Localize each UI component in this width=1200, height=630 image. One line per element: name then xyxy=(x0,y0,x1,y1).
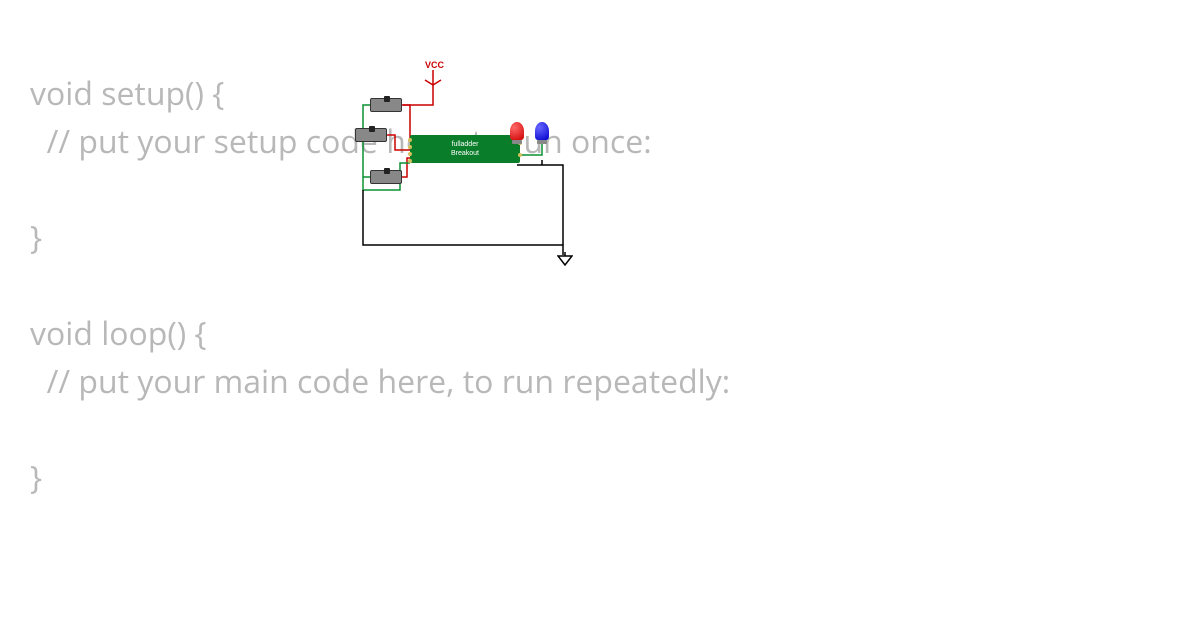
chip-pin xyxy=(408,152,412,156)
chip-label-line1: fulladder xyxy=(452,140,479,149)
chip-label-line2: Breakout xyxy=(451,149,479,158)
ground-icon xyxy=(557,252,573,266)
chip-pin xyxy=(518,153,522,157)
slide-switch-2[interactable] xyxy=(355,128,387,142)
code-line-1: void setup() { xyxy=(30,72,224,115)
slide-switch-3[interactable] xyxy=(370,170,402,184)
code-line-6: void loop() { xyxy=(30,312,207,355)
led-blue[interactable] xyxy=(535,122,549,140)
slide-switch-1[interactable] xyxy=(370,98,402,112)
chip-pin xyxy=(408,145,412,149)
chip-pin xyxy=(408,159,412,163)
code-line-7: // put your main code here, to run repea… xyxy=(30,360,730,403)
fulladder-breakout-chip[interactable]: fulladder Breakout xyxy=(410,135,520,163)
circuit-diagram[interactable]: VCC fulladder Breakout xyxy=(355,60,595,280)
code-line-9: } xyxy=(30,456,42,499)
chip-pin xyxy=(408,138,412,142)
led-red[interactable] xyxy=(510,122,524,140)
code-line-4: } xyxy=(30,216,42,259)
